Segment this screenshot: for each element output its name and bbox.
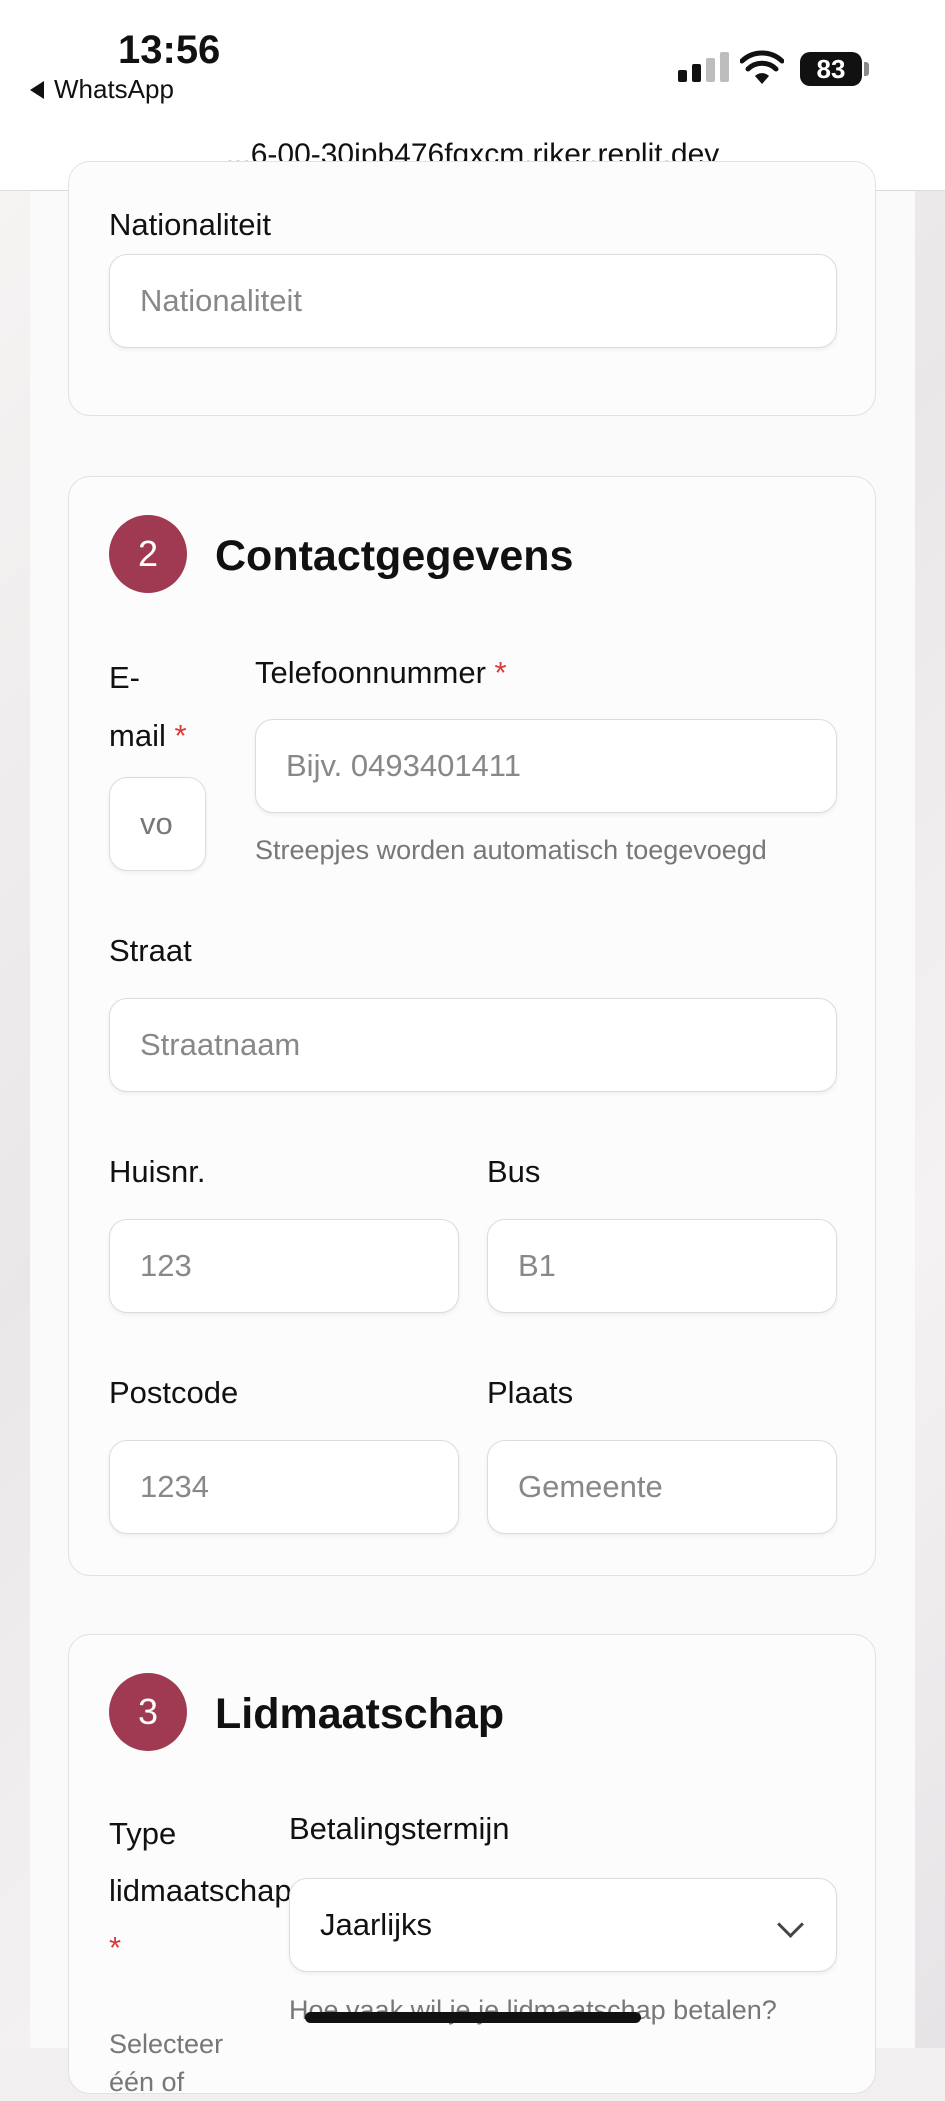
email-label: E- mail * — [109, 649, 187, 765]
form-page: Nationaliteit Nationaliteit 2 Contactgeg… — [30, 161, 915, 2097]
section-number-badge: 3 — [109, 1673, 187, 1751]
email-label-line2: mail — [109, 718, 166, 753]
battery-tip — [864, 62, 869, 76]
cellular-signal-icon — [678, 52, 729, 82]
postcode-label: Postcode — [109, 1375, 239, 1410]
clock: 13:56 — [118, 28, 221, 72]
section-title: Contactgegevens — [215, 532, 574, 580]
email-input[interactable]: vo — [109, 777, 206, 871]
postcode-input[interactable]: 1234 — [109, 1440, 459, 1534]
required-mark: * — [174, 718, 187, 753]
bus-input[interactable]: B1 — [487, 1219, 837, 1313]
battery-icon: 83 — [800, 52, 862, 86]
city-label: Plaats — [487, 1375, 574, 1410]
nationality-label: Nationaliteit — [109, 207, 271, 242]
personal-card: Nationaliteit Nationaliteit — [68, 161, 876, 416]
city-input[interactable]: Gemeente — [487, 1440, 837, 1534]
email-label-line1: E- — [109, 660, 140, 695]
phone-input[interactable]: Bijv. 0493401411 — [255, 719, 837, 813]
type-label-line1: Type — [109, 1816, 177, 1851]
street-input[interactable]: Straatnaam — [109, 998, 837, 1092]
membership-type-label: Type lidmaatschap * — [109, 1805, 299, 1976]
phone-help-text: Streepjes worden automatisch toegevoegd — [255, 835, 767, 865]
payment-term-value: Jaarlijks — [320, 1907, 432, 1942]
home-indicator[interactable] — [305, 2012, 641, 2023]
section-title: Lidmaatschap — [215, 1690, 505, 1738]
battery-level: 83 — [816, 53, 846, 84]
payment-term-select[interactable]: Jaarlijks — [289, 1878, 837, 1972]
membership-card: 3 Lidmaatschap Type lidmaatschap * Selec… — [68, 1634, 876, 2097]
back-app-label: WhatsApp — [54, 74, 174, 104]
required-mark: * — [494, 655, 507, 690]
phone-label-text: Telefoonnummer — [255, 655, 486, 690]
back-to-app-link[interactable]: WhatsApp — [30, 74, 174, 105]
required-mark: * — [109, 1930, 122, 1965]
section-number-badge: 2 — [109, 515, 187, 593]
phone-label: Telefoonnummer * — [255, 655, 507, 691]
bus-label: Bus — [487, 1154, 541, 1189]
back-arrow-icon — [30, 80, 44, 99]
wifi-icon — [740, 50, 784, 84]
type-help-line1: Selecteer — [109, 2029, 224, 2059]
chevron-down-icon — [777, 1911, 804, 1938]
nationality-input[interactable]: Nationaliteit — [109, 254, 837, 348]
house-number-label: Huisnr. — [109, 1154, 206, 1189]
contact-card: 2 Contactgegevens E- mail * vo Telefoonn… — [68, 476, 876, 1576]
street-label: Straat — [109, 933, 192, 968]
type-help-line2: één of — [109, 2067, 185, 2097]
house-number-input[interactable]: 123 — [109, 1219, 459, 1313]
type-label-line2: lidmaatschap — [109, 1873, 292, 1908]
payment-term-label: Betalingstermijn — [289, 1811, 510, 1846]
membership-type-help: Selecteer één of — [109, 2025, 223, 2101]
